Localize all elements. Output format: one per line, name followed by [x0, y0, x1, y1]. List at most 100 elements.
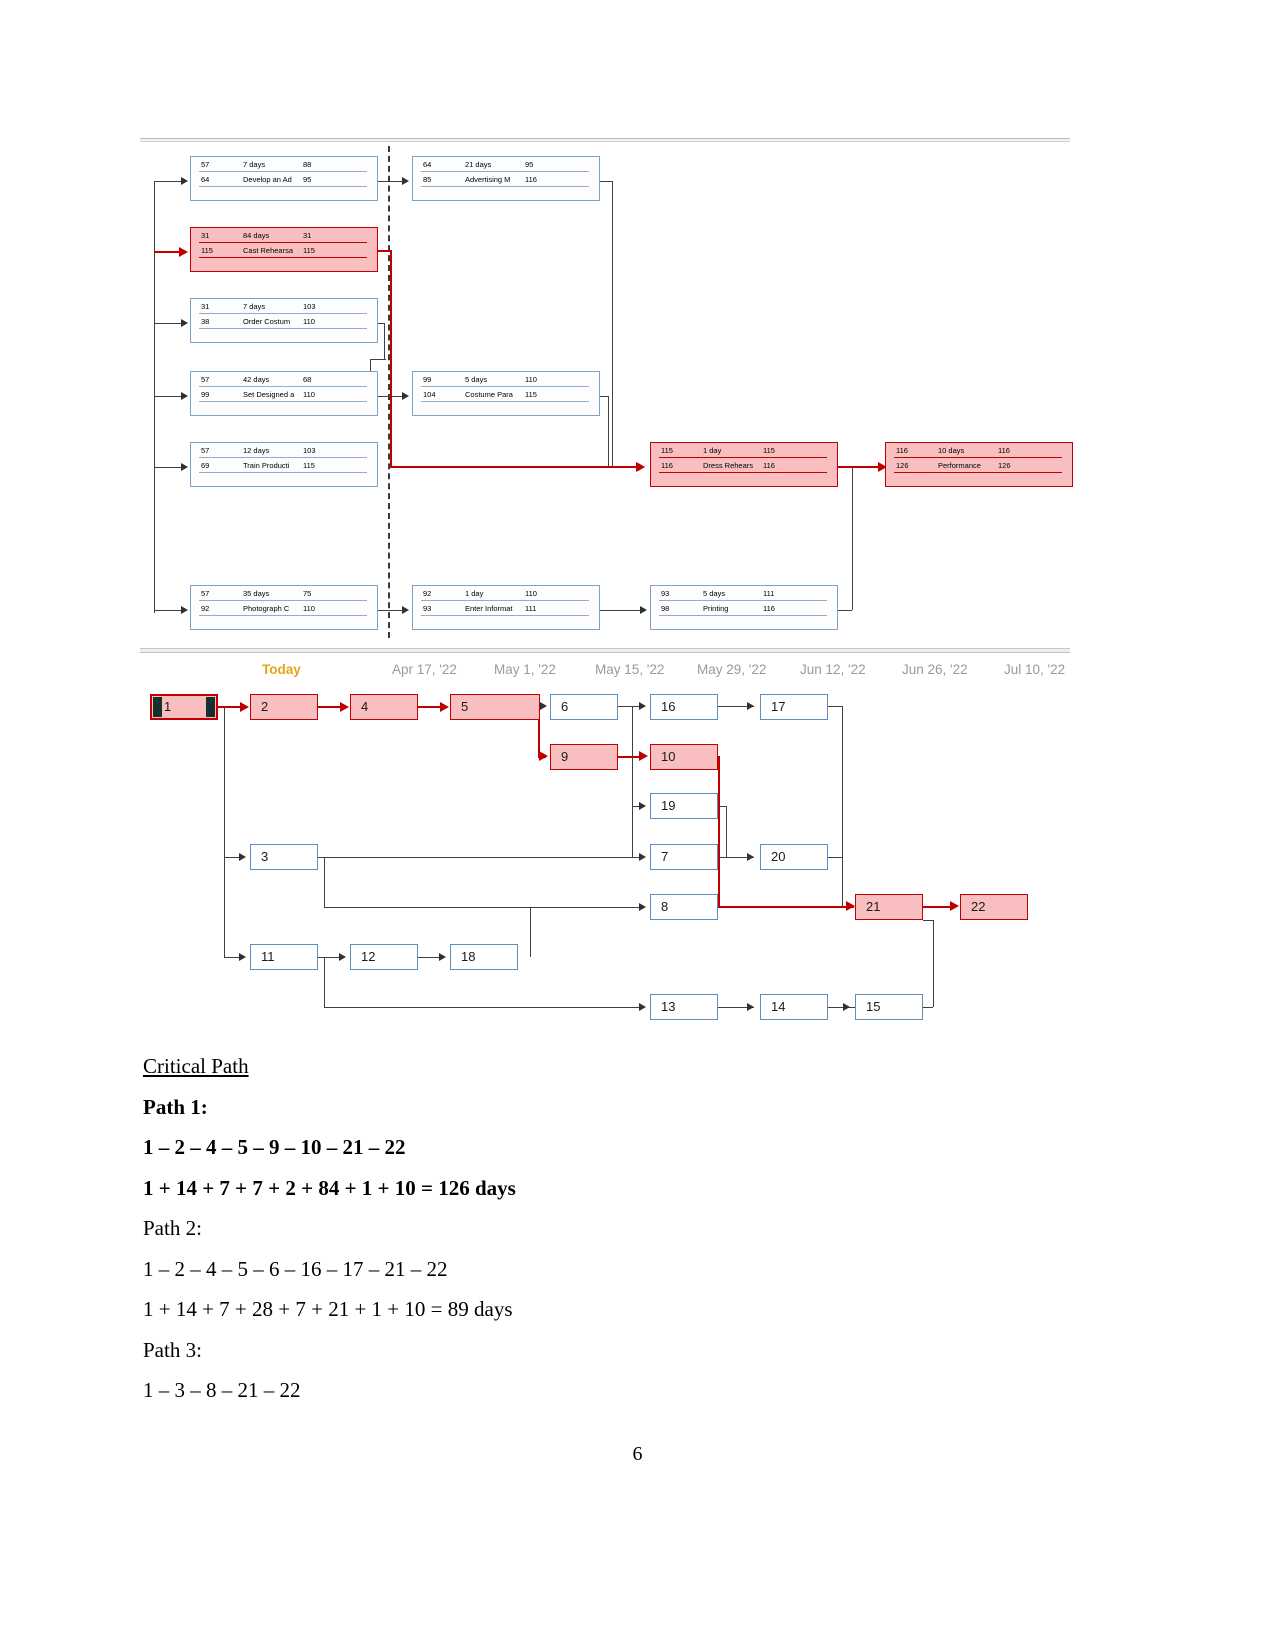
- network-node[interactable]: 14: [760, 994, 828, 1020]
- task-node-row-top: 31 7 days 103: [191, 299, 377, 314]
- network-node-label: 12: [361, 949, 376, 964]
- ms-task-node[interactable]: 116 10 days 116 126 Performance 126: [885, 442, 1073, 487]
- task-node-row-bottom: 99 Set Designed a 110: [191, 387, 377, 402]
- network-node[interactable]: 15: [855, 994, 923, 1020]
- late-finish: 95: [303, 175, 312, 184]
- late-start: 98: [661, 604, 670, 613]
- ms-task-node[interactable]: 57 12 days 103 69 Train Producti 115: [190, 442, 378, 487]
- network-node-label: 15: [866, 999, 881, 1014]
- connector: [600, 610, 642, 611]
- ms-task-node[interactable]: 31 84 days 31 115 Cast Rehearsa 115: [190, 227, 378, 272]
- network-node[interactable]: 21: [855, 894, 923, 920]
- connector: [324, 857, 325, 907]
- arrowhead-icon: [402, 606, 409, 614]
- network-node[interactable]: 20: [760, 844, 828, 870]
- network-node[interactable]: 18: [450, 944, 518, 970]
- connector: [923, 920, 933, 921]
- network-node-label: 16: [661, 699, 676, 714]
- ms-task-node[interactable]: 31 7 days 103 38 Order Costum 110: [190, 298, 378, 343]
- late-start: 69: [201, 461, 210, 470]
- arrowhead-icon: [639, 702, 646, 710]
- network-node[interactable]: 12: [350, 944, 418, 970]
- task-node-row-top: 57 7 days 88: [191, 157, 377, 172]
- arrowhead-icon: [402, 392, 409, 400]
- critical-connector: [718, 756, 720, 906]
- network-node[interactable]: 16: [650, 694, 718, 720]
- early-finish: 110: [525, 589, 537, 598]
- task-node-row-top: 57 42 days 68: [191, 372, 377, 387]
- connector: [608, 396, 609, 467]
- task-node-row-bottom: 85 Advertising M 116: [413, 172, 599, 187]
- ms-task-node[interactable]: 57 7 days 88 64 Develop an Ad 95: [190, 156, 378, 201]
- network-node[interactable]: 6: [550, 694, 618, 720]
- network-node-label: 8: [661, 899, 669, 914]
- late-finish: 116: [763, 461, 775, 470]
- arrowhead-icon: [639, 802, 646, 810]
- task-node-row-top: 93 5 days 111: [651, 586, 837, 601]
- early-start: 92: [423, 589, 432, 598]
- ms-task-node[interactable]: 57 42 days 68 99 Set Designed a 110: [190, 371, 378, 416]
- network-node[interactable]: 9: [550, 744, 618, 770]
- late-start: 38: [201, 317, 210, 326]
- critical-connector: [154, 251, 182, 253]
- network-node[interactable]: 5: [450, 694, 540, 720]
- duration: 7 days: [243, 160, 266, 169]
- late-finish: 115: [303, 461, 315, 470]
- late-start: 126: [896, 461, 909, 470]
- arrowhead-icon: [181, 606, 188, 614]
- path2-sum: 1 + 14 + 7 + 28 + 7 + 21 + 1 + 10 = 89 d…: [143, 1297, 513, 1322]
- ms-task-node[interactable]: 57 35 days 75 92 Photograph C 110: [190, 585, 378, 630]
- network-node-label: 17: [771, 699, 786, 714]
- task-name: Order Costum: [243, 317, 291, 326]
- path2-label: Path 2:: [143, 1216, 202, 1241]
- network-node-label: 19: [661, 798, 676, 813]
- ms-task-node[interactable]: 99 5 days 110 104 Costume Para 115: [412, 371, 600, 416]
- network-node-label: 1: [164, 699, 172, 714]
- page-number: 6: [632, 1443, 643, 1465]
- early-finish: 68: [303, 375, 312, 384]
- network-node[interactable]: 3: [250, 844, 318, 870]
- diagram-top-rule: [140, 138, 1070, 142]
- arrowhead-icon: [636, 462, 645, 472]
- ms-task-node[interactable]: 115 1 day 115 116 Dress Rehears 116: [650, 442, 838, 487]
- timeline-date-label: May 15, '22: [595, 662, 665, 677]
- early-start: 57: [201, 446, 210, 455]
- connector: [933, 920, 934, 1007]
- ms-task-node[interactable]: 93 5 days 111 98 Printing 116: [650, 585, 838, 630]
- network-node-label: 4: [361, 699, 369, 714]
- ms-task-node[interactable]: 64 21 days 95 85 Advertising M 116: [412, 156, 600, 201]
- connector: [154, 610, 182, 611]
- network-node[interactable]: 2: [250, 694, 318, 720]
- late-finish: 111: [525, 604, 537, 613]
- critical-path-heading: Critical Path: [143, 1054, 249, 1078]
- connector: [378, 610, 404, 611]
- early-finish: 103: [303, 446, 316, 455]
- network-node[interactable]: 4: [350, 694, 418, 720]
- network-node[interactable]: 7: [650, 844, 718, 870]
- connector: [378, 181, 404, 182]
- network-node-label: 11: [261, 949, 275, 964]
- simple-node-network-diagram: 1 2 4 5 6 16 17 9 10 19 3 7 20 8 21 22 11 12 18 13 14 15: [140, 686, 1070, 1031]
- network-node[interactable]: 1: [150, 694, 218, 720]
- gantt-timeline-band: Today Apr 17, '22 May 1, '22 May 15, '22 May…: [140, 648, 1070, 684]
- timeline-date-label: Jul 10, '22: [1004, 662, 1066, 677]
- task-node-row-bottom: 116 Dress Rehears 116: [651, 458, 837, 473]
- connector: [224, 706, 225, 857]
- task-name: Photograph C: [243, 604, 290, 613]
- early-start: 115: [661, 446, 673, 455]
- network-node[interactable]: 8: [650, 894, 718, 920]
- path3-label: Path 3:: [143, 1337, 202, 1362]
- connector: [154, 467, 182, 468]
- network-node[interactable]: 10: [650, 744, 718, 770]
- late-start: 115: [201, 246, 213, 255]
- early-start: 64: [423, 160, 432, 169]
- network-node[interactable]: 22: [960, 894, 1028, 920]
- ms-task-node[interactable]: 92 1 day 110 93 Enter Informat 111: [412, 585, 600, 630]
- network-node[interactable]: 11: [250, 944, 318, 970]
- path1-label: Path 1:: [143, 1094, 208, 1119]
- network-node[interactable]: 19: [650, 793, 718, 819]
- connector: [923, 1007, 933, 1008]
- network-node[interactable]: 13: [650, 994, 718, 1020]
- arrowhead-icon: [179, 247, 188, 257]
- network-node[interactable]: 17: [760, 694, 828, 720]
